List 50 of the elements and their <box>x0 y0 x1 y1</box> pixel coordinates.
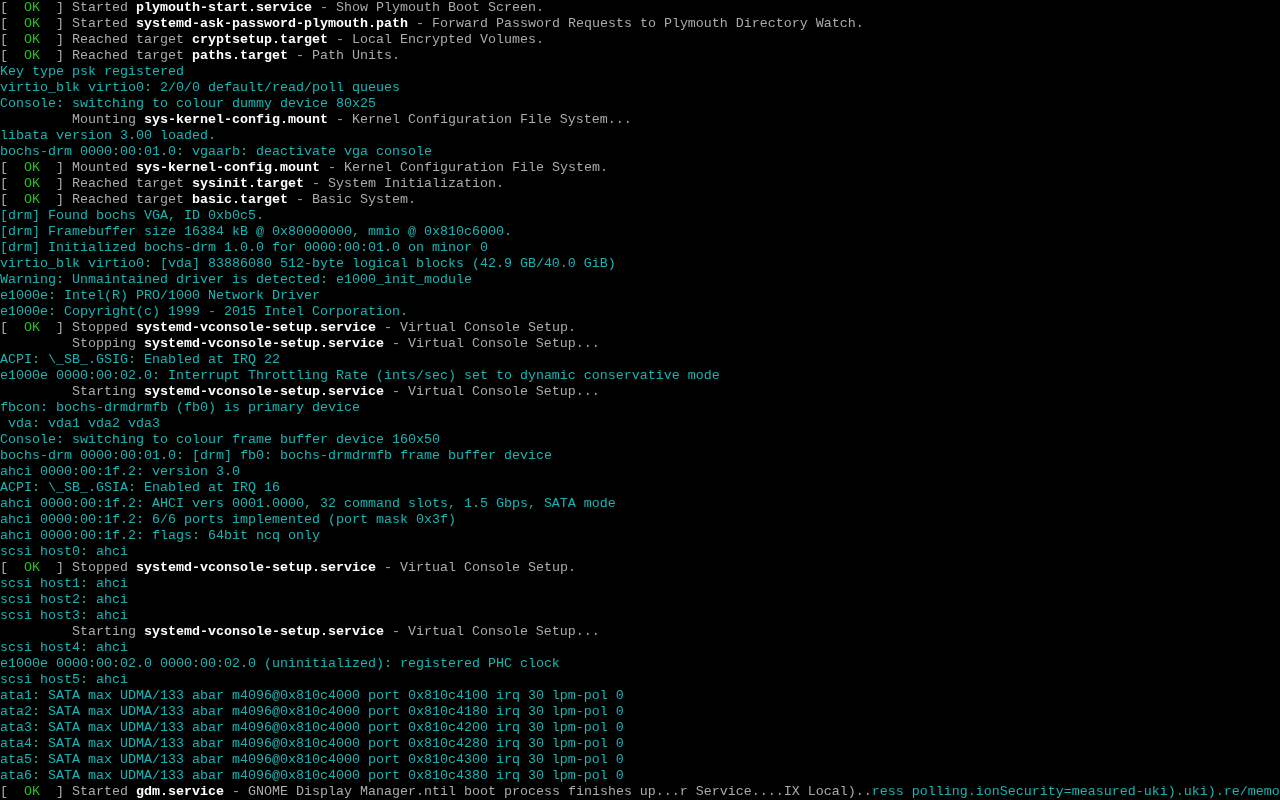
log-line: [ OK ] Reached target cryptsetup.target - Local Encrypted Volumes. <box>0 32 544 48</box>
log-line: scsi host1: ahci <box>0 576 128 592</box>
log-line: [ OK ] Reached target sysinit.target - System Initialization. <box>0 176 504 192</box>
log-line: ACPI: \_SB_.GSIA: Enabled at IRQ 16 <box>0 480 280 496</box>
log-line: [ OK ] Stopped systemd-vconsole-setup.service - Virtual Console Setup. <box>0 560 576 576</box>
log-line: e1000e 0000:00:02.0 0000:00:02.0 (uninitialized): registered PHC clock <box>0 656 560 672</box>
log-line: [ OK ] Stopped systemd-vconsole-setup.service - Virtual Console Setup. <box>0 320 576 336</box>
log-line: [ OK ] Started plymouth-start.service - Show Plymouth Boot Screen. <box>0 0 544 16</box>
log-line: ata6: SATA max UDMA/133 abar m4096@0x810c4000 port 0x810c4380 irq 30 lpm-pol 0 <box>0 768 624 784</box>
log-line: Mounting sys-kernel-config.mount - Kernel Configuration File System... <box>70 112 632 128</box>
log-line: [drm] Framebuffer size 16384 kB @ 0x80000000, mmio @ 0x810c6000. <box>0 224 512 240</box>
log-line: e1000e: Intel(R) PRO/1000 Network Driver <box>0 288 320 304</box>
log-line: fbcon: bochs-drmdrmfb (fb0) is primary device <box>0 400 360 416</box>
log-line: ata2: SATA max UDMA/133 abar m4096@0x810c4000 port 0x810c4180 irq 30 lpm-pol 0 <box>0 704 624 720</box>
log-line: Stopping systemd-vconsole-setup.service - Virtual Console Setup... <box>70 336 600 352</box>
log-line: e1000e 0000:00:02.0: Interrupt Throttling Rate (ints/sec) set to dynamic conservative mode <box>0 368 720 384</box>
log-line: [ OK ] Started systemd-ask-password-plymouth.path - Forward Password Requests to Plymouth Directory Watch. <box>0 16 864 32</box>
log-line: [ OK ] Reached target basic.target - Basic System. <box>0 192 416 208</box>
log-line: [ OK ] Mounted sys-kernel-config.mount - Kernel Configuration File System. <box>0 160 608 176</box>
log-line: ACPI: \_SB_.GSIG: Enabled at IRQ 22 <box>0 352 280 368</box>
log-line: Console: switching to colour frame buffer device 160x50 <box>0 432 440 448</box>
log-line: virtio_blk virtio0: 2/0/0 default/read/poll queues <box>0 80 400 96</box>
log-line: libata version 3.00 loaded. <box>0 128 216 144</box>
log-line: Warning: Unmaintained driver is detected: e1000_init_module <box>0 272 472 288</box>
log-line: Starting systemd-vconsole-setup.service - Virtual Console Setup... <box>70 384 600 400</box>
log-line: [drm] Found bochs VGA, ID 0xb0c5. <box>0 208 264 224</box>
log-line: [drm] Initialized bochs-drm 1.0.0 for 0000:00:01.0 on minor 0 <box>0 240 488 256</box>
log-line: ata4: SATA max UDMA/133 abar m4096@0x810c4000 port 0x810c4280 irq 30 lpm-pol 0 <box>0 736 624 752</box>
log-line: Key type psk registered <box>0 64 184 80</box>
log-line: scsi host0: ahci <box>0 544 128 560</box>
log-line: e1000e: Copyright(c) 1999 - 2015 Intel Corporation. <box>0 304 408 320</box>
log-line: scsi host5: ahci <box>0 672 128 688</box>
log-line: [ OK ] Started gdm.service - GNOME Display Manager.ntil boot process finishes up...r Service....IX Local)..ress polling.ionSecurity=measured-uki).uki).re/memo <box>0 784 1280 800</box>
log-line: ata3: SATA max UDMA/133 abar m4096@0x810c4000 port 0x810c4200 irq 30 lpm-pol 0 <box>0 720 624 736</box>
log-line: bochs-drm 0000:00:01.0: [drm] fb0: bochs-drmdrmfb frame buffer device <box>0 448 552 464</box>
log-line: Console: switching to colour dummy device 80x25 <box>0 96 376 112</box>
log-line: scsi host4: ahci <box>0 640 128 656</box>
log-line: scsi host2: ahci <box>0 592 128 608</box>
log-line: ata1: SATA max UDMA/133 abar m4096@0x810c4000 port 0x810c4100 irq 30 lpm-pol 0 <box>0 688 624 704</box>
log-line: virtio_blk virtio0: [vda] 83886080 512-byte logical blocks (42.9 GB/40.0 GiB) <box>0 256 616 272</box>
log-line: ata5: SATA max UDMA/133 abar m4096@0x810c4000 port 0x810c4300 irq 30 lpm-pol 0 <box>0 752 624 768</box>
log-line: bochs-drm 0000:00:01.0: vgaarb: deactivate vga console <box>0 144 432 160</box>
log-line: ahci 0000:00:1f.2: 6/6 ports implemented (port mask 0x3f) <box>0 512 456 528</box>
log-line: ahci 0000:00:1f.2: AHCI vers 0001.0000, 32 command slots, 1.5 Gbps, SATA mode <box>0 496 616 512</box>
log-line: ahci 0000:00:1f.2: version 3.0 <box>0 464 240 480</box>
log-line: vda: vda1 vda2 vda3 <box>7 416 160 432</box>
log-line: ahci 0000:00:1f.2: flags: 64bit ncq only <box>0 528 320 544</box>
log-line: [ OK ] Reached target paths.target - Path Units. <box>0 48 400 64</box>
log-line: Starting systemd-vconsole-setup.service - Virtual Console Setup... <box>70 624 600 640</box>
log-line: scsi host3: ahci <box>0 608 128 624</box>
